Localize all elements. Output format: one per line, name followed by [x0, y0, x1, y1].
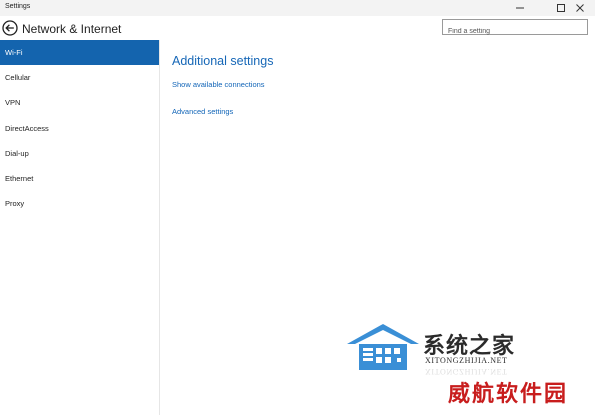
sidebar-item-label: DirectAccess [5, 123, 49, 133]
watermark-en-text: XITONGZHIJIA.NET [425, 356, 508, 365]
back-arrow-icon [2, 20, 18, 36]
page-header: Network & Internet [0, 16, 595, 40]
sidebar-item-label: Cellular [5, 73, 31, 83]
close-icon [576, 4, 584, 12]
sidebar-item-label: Ethernet [5, 174, 34, 184]
search-box[interactable] [442, 19, 588, 39]
sidebar-item-vpn[interactable]: VPN [0, 90, 159, 115]
search-input[interactable] [443, 24, 587, 39]
sidebar-item-label: Dial-up [5, 148, 29, 158]
minimize-icon [516, 7, 524, 9]
back-button[interactable] [2, 20, 18, 36]
sidebar-item-label: Wi-Fi [5, 48, 23, 58]
window-title: Settings [5, 3, 31, 10]
title-bar: Settings [0, 0, 595, 16]
watermark-secondary-text: 威航软件园 [448, 382, 569, 407]
sidebar-item-label: VPN [5, 98, 21, 108]
sidebar-item-directaccess[interactable]: DirectAccess [0, 116, 159, 141]
house-logo-icon [347, 324, 419, 370]
sidebar-item-dialup[interactable]: Dial-up [0, 141, 159, 166]
sidebar-item-wifi[interactable]: Wi-Fi [0, 40, 159, 66]
sidebar-item-label: Proxy [5, 199, 25, 209]
watermark-reflection: XITONGZHIJIA.NET [425, 367, 508, 376]
show-available-connections-link[interactable]: Show available connections [172, 80, 265, 89]
watermark: 系统之家 XITONGZHIJIA.NET XITONGZHIJIA.NET [345, 322, 585, 382]
sidebar-item-ethernet[interactable]: Ethernet [0, 166, 159, 191]
close-button[interactable] [565, 0, 595, 16]
advanced-settings-link[interactable]: Advanced settings [172, 107, 233, 116]
sidebar-item-cellular[interactable]: Cellular [0, 65, 159, 90]
section-title: Additional settings [172, 54, 274, 68]
minimize-button[interactable] [505, 0, 535, 16]
sidebar-item-proxy[interactable]: Proxy [0, 191, 159, 216]
sidebar: Wi-Fi Cellular VPN DirectAccess Dial-up … [0, 40, 160, 415]
page-title: Network & Internet [22, 22, 122, 36]
